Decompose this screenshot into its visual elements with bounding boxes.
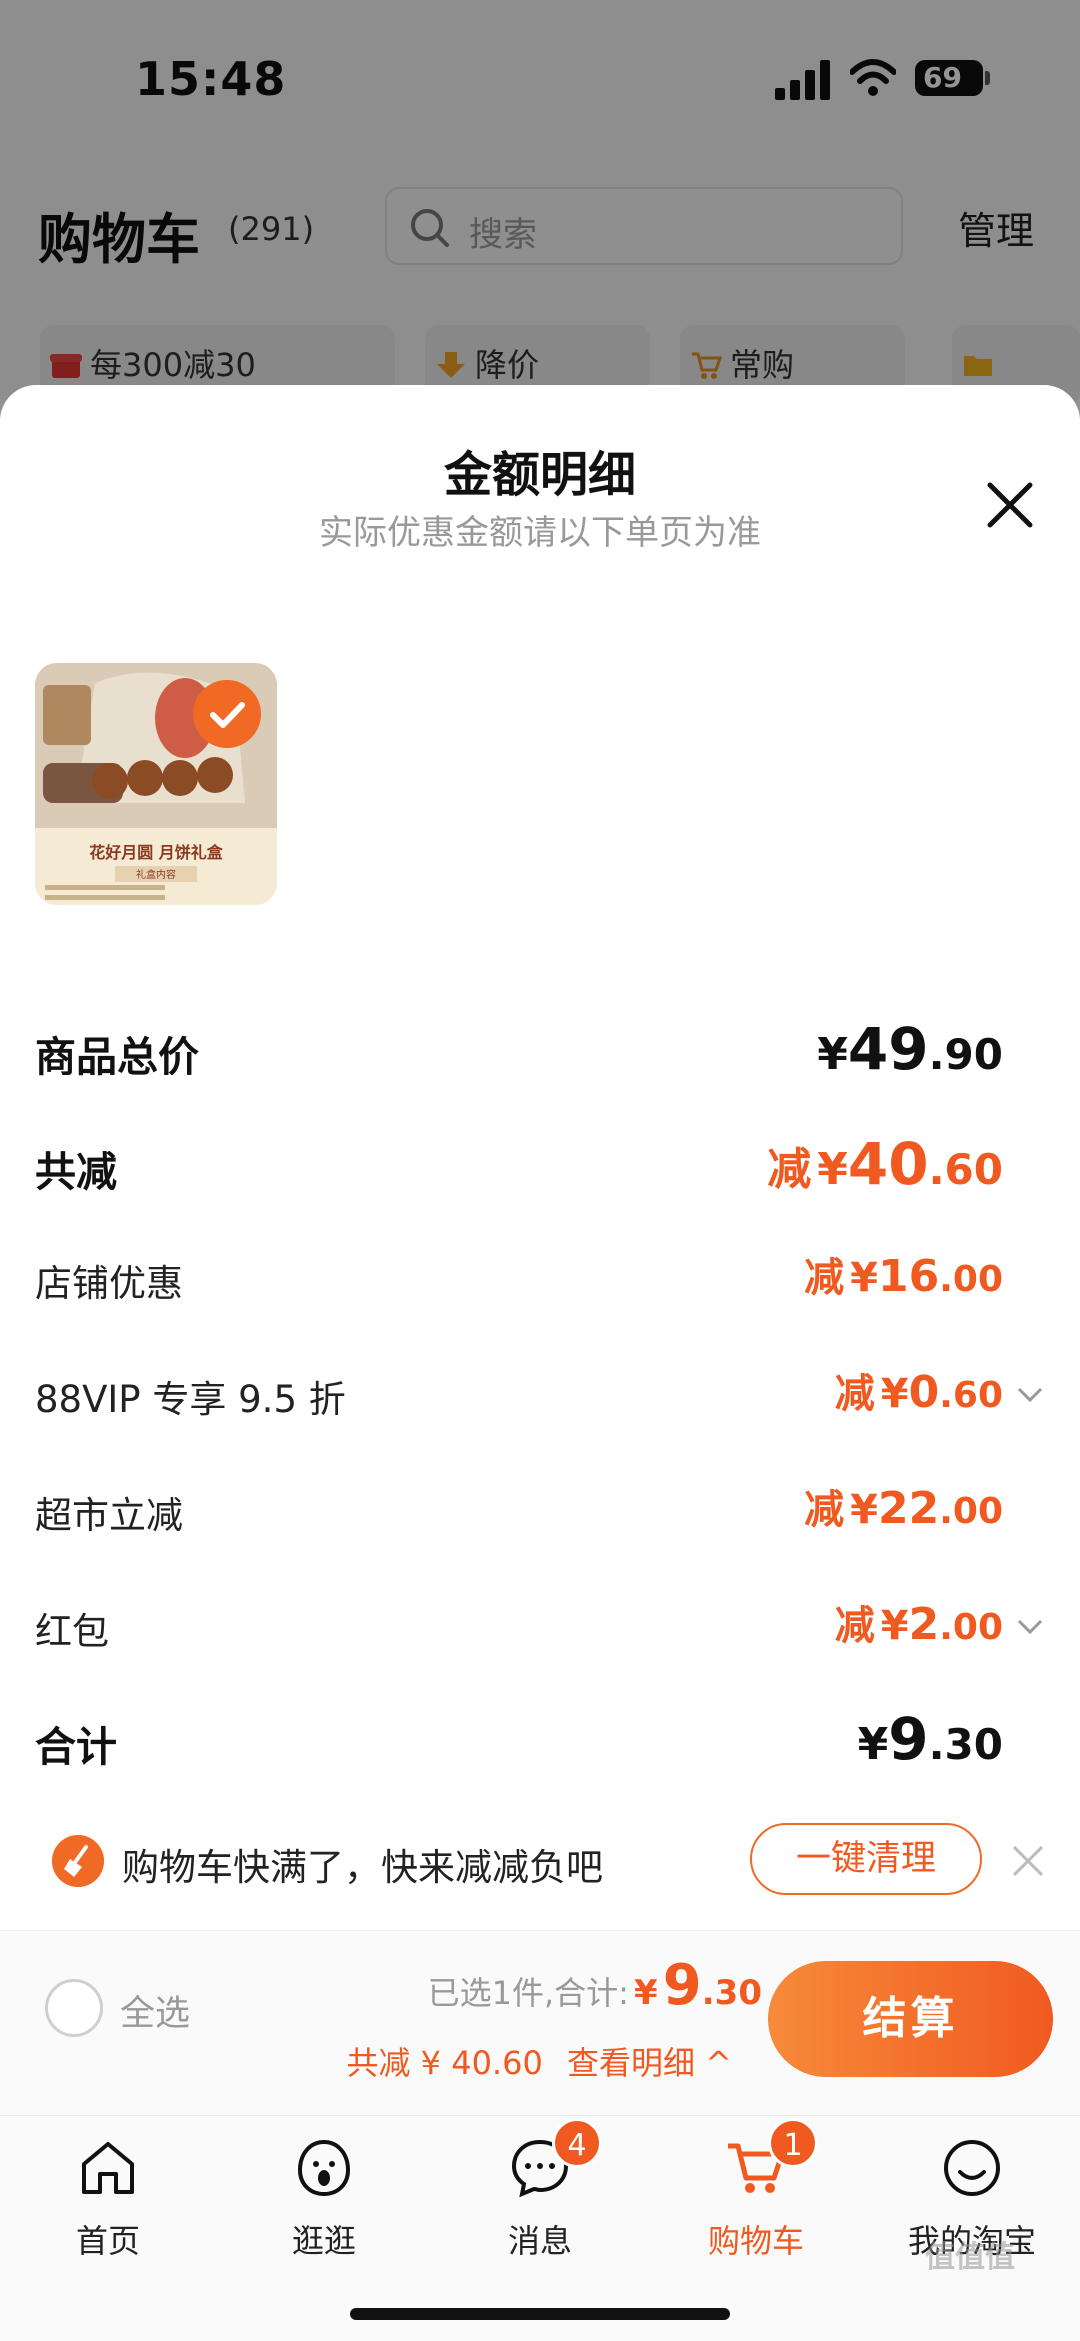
cart-full-tip: 购物车快满了，快来减减负吧 一键清理: [0, 1805, 1080, 1915]
product-subtitle: 礼盒内容: [136, 868, 176, 881]
row-value: ¥49.90: [817, 1015, 1003, 1083]
row-total-price: 商品总价 ¥49.90: [35, 1015, 1045, 1085]
product-name: 花好月圆 月饼礼盒: [89, 843, 224, 862]
one-click-clean-button[interactable]: 一键清理: [750, 1823, 982, 1895]
home-indicator[interactable]: [350, 2308, 730, 2320]
checkout-bar: 全选 已选1件,合计: ¥ 9.30 共减 ¥ 40.60 查看明细 ^ 结算: [0, 1930, 1080, 2115]
total-symbol: ¥: [634, 1973, 658, 2013]
select-all-label[interactable]: 全选: [120, 1985, 190, 2036]
tab-browse[interactable]: 逛逛: [216, 2116, 432, 2296]
row-label: 商品总价: [35, 1033, 199, 1081]
tab-label: 首页: [75, 2222, 140, 2260]
tab-home[interactable]: 首页: [0, 2116, 216, 2296]
row-supermarket-discount: 超市立减 减 ¥22.00: [35, 1477, 1045, 1547]
tab-label: 消息: [507, 2222, 572, 2260]
row-store-discount: 店铺优惠 减 ¥16.00: [35, 1245, 1045, 1315]
row-value: 减 ¥22.00: [804, 1483, 1003, 1534]
chevron-down-icon[interactable]: [1015, 1611, 1045, 1641]
close-icon[interactable]: [1008, 1841, 1048, 1881]
row-value: ¥9.30: [857, 1705, 1003, 1773]
discount-amount: 共减 ¥ 40.60: [346, 2044, 543, 2082]
cart-badge: 1: [768, 2118, 818, 2168]
sheet-subtitle: 实际优惠金额请以下单页为准: [319, 513, 761, 553]
sheet-title: 金额明细: [443, 447, 636, 503]
watermark: 值值值: [925, 2240, 1015, 2275]
tab-messages[interactable]: 4 消息: [432, 2116, 648, 2296]
checkout-button[interactable]: 结算: [768, 1961, 1053, 2077]
total-decimal: .30: [701, 1973, 762, 2013]
message-badge: 4: [552, 2118, 602, 2168]
selected-label: 已选1件,合计:: [427, 1974, 629, 2012]
row-label: 共减: [35, 1148, 117, 1196]
row-label: 店铺优惠: [35, 1262, 183, 1305]
row-label: 88VIP 专享 9.5 折: [35, 1378, 346, 1421]
row-label: 红包: [35, 1610, 109, 1653]
check-icon[interactable]: [193, 680, 261, 748]
selected-summary: 已选1件,合计: ¥ 9.30: [428, 1953, 762, 2018]
select-all-checkbox[interactable]: [45, 1979, 103, 2037]
total-integer: 9: [662, 1953, 702, 2018]
tab-cart[interactable]: 1 购物车: [648, 2116, 864, 2296]
row-value: 减 ¥16.00: [804, 1251, 1003, 1302]
amount-detail-sheet: 金额明细 实际优惠金额请以下单页为准 花好月圆 月饼礼盒 礼盒内容 商品总价 ¥…: [0, 385, 1080, 2341]
home-icon: [82, 2142, 134, 2194]
row-grand-total: 合计 ¥9.30: [35, 1705, 1045, 1775]
row-label: 超市立减: [35, 1494, 183, 1537]
row-red-packet[interactable]: 红包 减 ¥2.00: [35, 1593, 1045, 1663]
close-icon[interactable]: [980, 475, 1040, 535]
row-value: 减 ¥2.00: [834, 1599, 1003, 1650]
view-detail-link[interactable]: 查看明细 ^: [567, 2044, 732, 2082]
browse-icon: [297, 2139, 351, 2197]
profile-icon: [944, 2140, 1000, 2196]
tab-label: 购物车: [707, 2222, 804, 2260]
row-vip-discount[interactable]: 88VIP 专享 9.5 折 减 ¥0.60: [35, 1361, 1045, 1431]
row-value: 减 ¥40.60: [767, 1130, 1003, 1198]
chevron-down-icon[interactable]: [1015, 1379, 1045, 1409]
tip-text: 购物车快满了，快来减减负吧: [122, 1846, 603, 1889]
row-label: 合计: [35, 1723, 117, 1771]
discount-summary: 共减 ¥ 40.60 查看明细 ^: [347, 2038, 733, 2084]
row-total-discount: 共减 减 ¥40.60: [35, 1130, 1045, 1200]
broom-icon: [52, 1835, 104, 1887]
tab-label: 逛逛: [291, 2222, 356, 2260]
row-value: 减 ¥0.60: [834, 1367, 1003, 1418]
